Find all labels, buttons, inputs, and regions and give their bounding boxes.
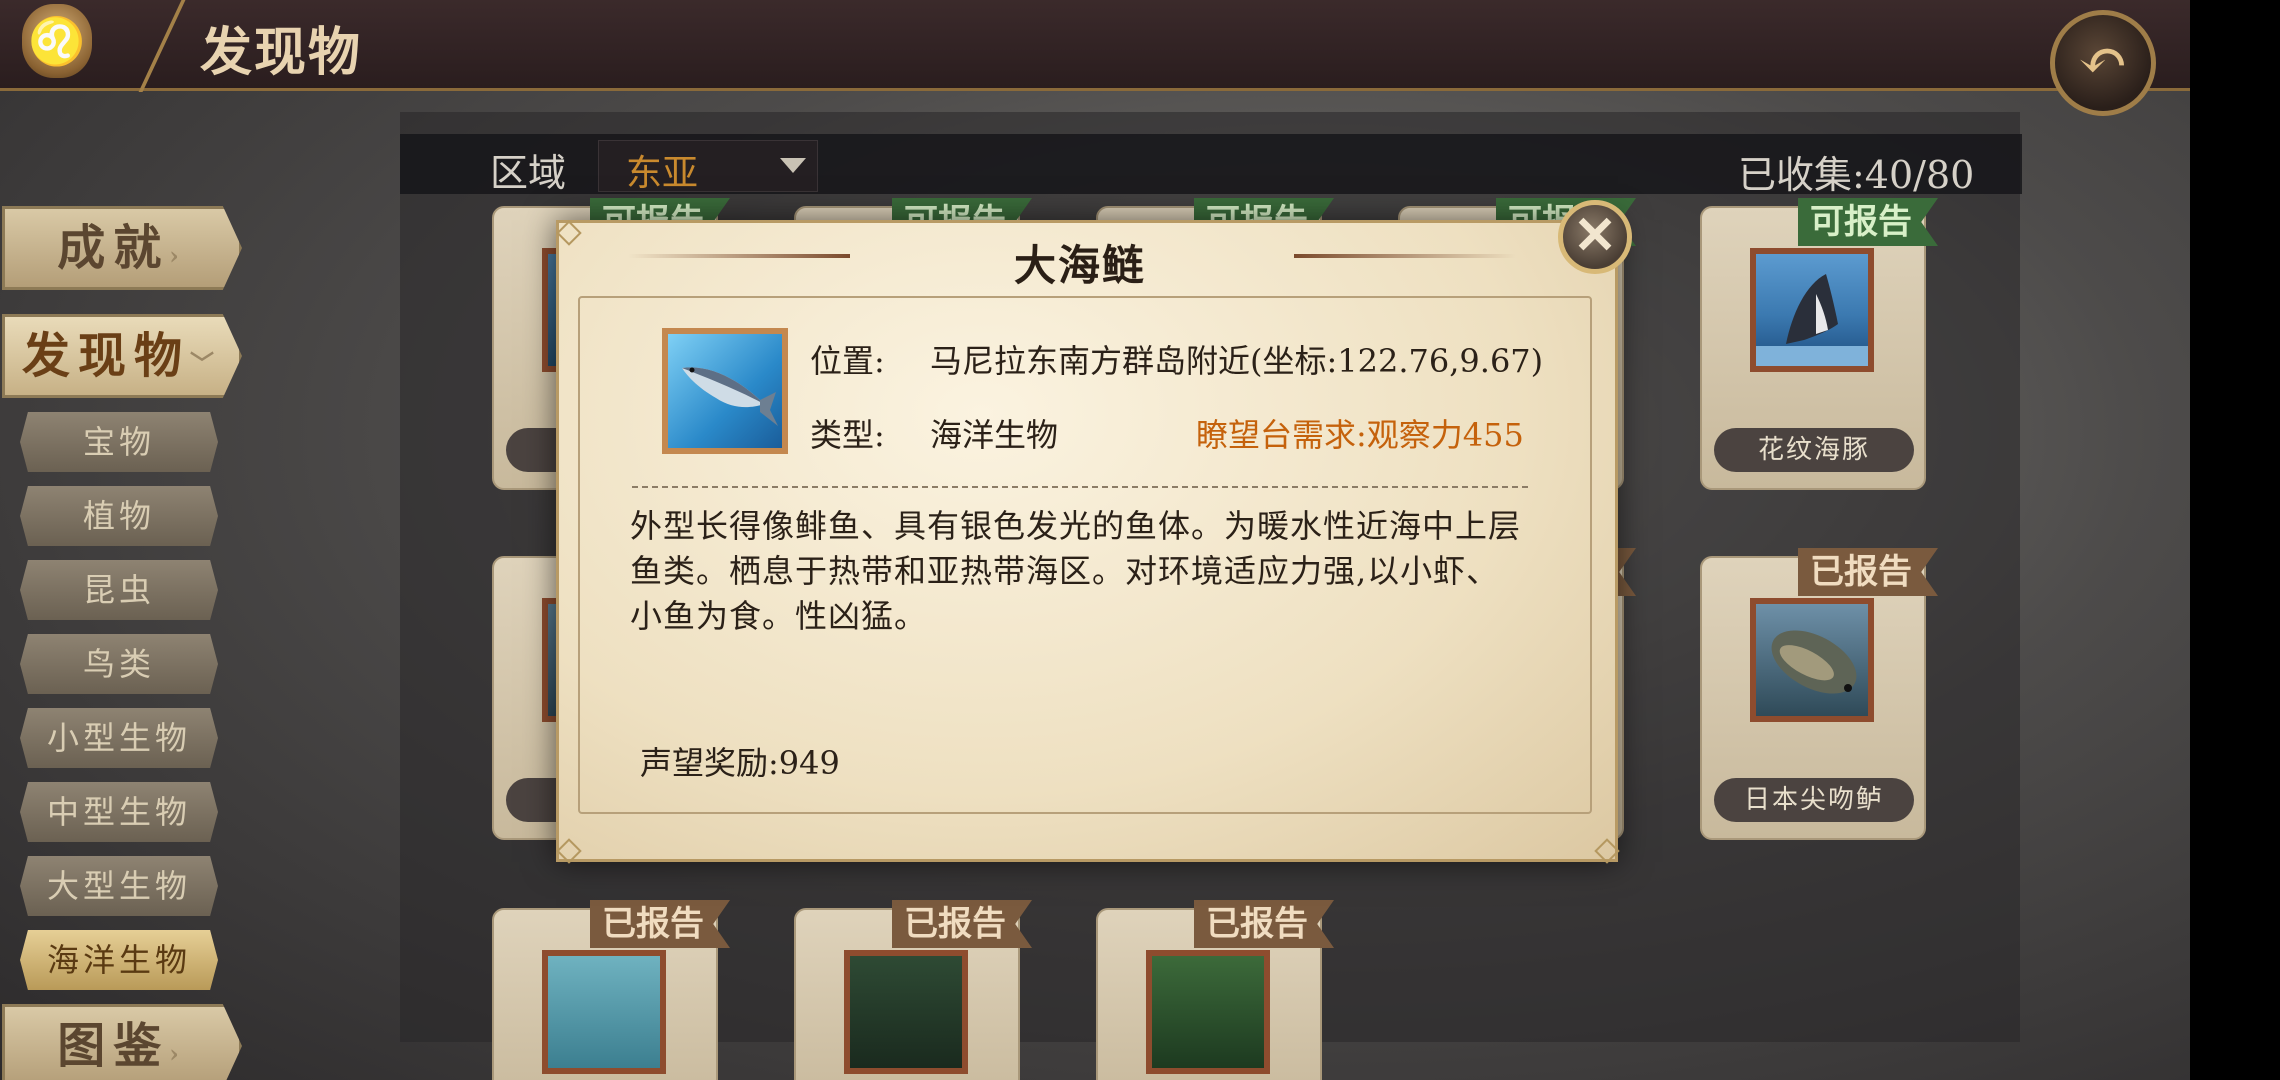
- discovery-card-bass[interactable]: 日本尖吻鲈 已报告: [1700, 548, 1938, 840]
- close-icon: ✕: [1573, 205, 1617, 266]
- chevron-right-icon: ›: [169, 1039, 187, 1068]
- subtab-marine-life[interactable]: 海洋生物: [20, 930, 218, 990]
- bass-image: [1750, 598, 1874, 722]
- card-name-bass: 日本尖吻鲈: [1714, 778, 1914, 822]
- card-image: [1146, 950, 1270, 1074]
- discovery-card[interactable]: 已报告: [492, 900, 730, 1080]
- tab-discoveries[interactable]: 发现物﹀: [2, 314, 242, 398]
- card-image: [542, 950, 666, 1074]
- tarpon-fish-icon: [662, 328, 788, 454]
- back-arrow-icon: ↶: [2077, 26, 2129, 96]
- subtab-small-creatures[interactable]: 小型生物: [20, 708, 218, 768]
- back-button[interactable]: ↶: [2050, 10, 2156, 116]
- page-title: 发现物: [200, 22, 363, 83]
- location-label: 位置:: [810, 342, 885, 380]
- card-image: [844, 950, 968, 1074]
- status-badge: 已报告: [590, 900, 730, 948]
- discovery-card[interactable]: 已报告: [794, 900, 1032, 1080]
- collected-count: 已收集:40/80: [1738, 153, 1975, 197]
- dropdown-caret-icon: [780, 158, 806, 173]
- tab-encyclopedia-label: 图鉴: [57, 1018, 170, 1074]
- tab-achievements-label: 成就: [57, 220, 170, 276]
- status-badge: 已报告: [1194, 900, 1334, 948]
- type-label: 类型:: [810, 416, 885, 454]
- card-name-dolphin: 花纹海豚: [1714, 428, 1914, 472]
- subtab-insects[interactable]: 昆虫: [20, 560, 218, 620]
- chevron-right-icon: ›: [169, 241, 187, 270]
- chevron-down-icon: ﹀: [190, 349, 222, 378]
- type-value: 海洋生物: [930, 416, 1059, 454]
- tab-encyclopedia[interactable]: 图鉴›: [2, 1004, 242, 1080]
- lookout-requirement: 瞭望台需求:观察力455: [1196, 416, 1524, 454]
- subtab-medium-creatures[interactable]: 中型生物: [20, 782, 218, 842]
- region-dropdown-value: 东亚: [626, 153, 699, 194]
- dolphin-image: [1750, 248, 1874, 372]
- status-badge: 已报告: [1798, 548, 1938, 596]
- region-label: 区域: [490, 151, 567, 195]
- reputation-reward: 声望奖励:949: [640, 744, 840, 782]
- tab-achievements[interactable]: 成就›: [2, 206, 242, 290]
- discovery-card[interactable]: 已报告: [1096, 900, 1334, 1080]
- dialog-title: 大海鲢: [1013, 241, 1146, 290]
- game-background: ♌ 发现物 ↶ 成就› 发现物﹀ 宝物 植物 昆虫 鸟类 小型生物 中型生物 大…: [0, 0, 2190, 1080]
- subtab-treasure[interactable]: 宝物: [20, 412, 218, 472]
- screen-edge: [2190, 0, 2280, 1080]
- divider: [632, 486, 1528, 488]
- subtab-large-creatures[interactable]: 大型生物: [20, 856, 218, 916]
- subtab-plants[interactable]: 植物: [20, 486, 218, 546]
- description-text: 外型长得像鲱鱼、具有银色发光的鱼体。为暖水性近海中上层鱼类。栖息于热带和亚热带海…: [630, 507, 1522, 635]
- discovery-card-dolphin[interactable]: 花纹海豚 可报告: [1700, 198, 1938, 490]
- title-ornament-right: [1294, 254, 1516, 258]
- status-badge: 可报告: [1798, 198, 1938, 246]
- tab-discoveries-label: 发现物: [21, 328, 190, 384]
- title-ornament-left: [628, 254, 850, 258]
- location-value: 马尼拉东南方群岛附近(坐标:122.76,9.67): [930, 342, 1544, 380]
- subtab-birds[interactable]: 鸟类: [20, 634, 218, 694]
- close-button[interactable]: ✕: [1558, 200, 1632, 274]
- status-badge: 已报告: [892, 900, 1032, 948]
- lion-emblem-icon: ♌: [22, 4, 92, 78]
